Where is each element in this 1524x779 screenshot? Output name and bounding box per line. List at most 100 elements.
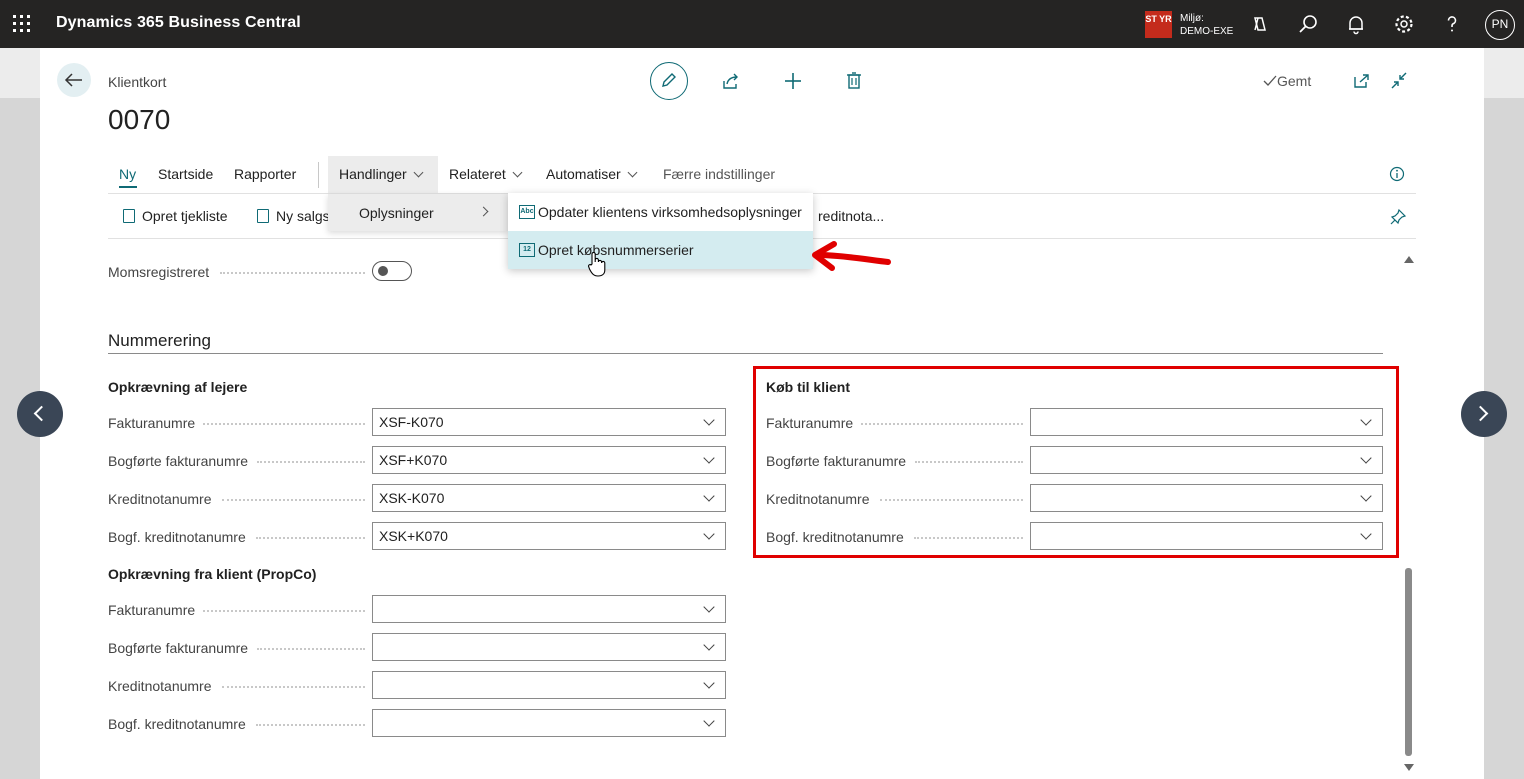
tab-fewer-options[interactable]: Færre indstillinger: [663, 166, 775, 182]
app-title[interactable]: Dynamics 365 Business Central: [56, 14, 301, 32]
chevron-down-icon: [627, 167, 638, 178]
field-leader-dots: [257, 461, 365, 463]
environment-label-line2: DEMO-EXE: [1180, 26, 1234, 37]
edit-button[interactable]: [650, 62, 688, 100]
field-label: Bogf. kreditnotanumre: [108, 529, 246, 545]
user-avatar[interactable]: PN: [1485, 10, 1515, 40]
tab-automatiser-label: Automatiser: [546, 166, 621, 182]
document-icon: [257, 209, 269, 223]
chevron-left-icon: [33, 405, 50, 422]
new-sales-label: Ny salgs: [276, 208, 330, 224]
bell-icon[interactable]: [1344, 12, 1368, 36]
field-leader-dots: [203, 423, 365, 425]
menu-item-create-purchase-number-series[interactable]: 12 Opret købsnummerserier: [508, 231, 813, 269]
field-leader-dots: [222, 686, 365, 688]
annotation-highlight-box: [753, 366, 1399, 558]
momsregistreret-toggle[interactable]: [372, 261, 412, 281]
annotation-arrow: [812, 241, 891, 271]
field-label: Kreditnotanumre: [108, 678, 212, 694]
saved-status-label: Gemt: [1277, 73, 1312, 89]
collapse-icon[interactable]: [1388, 70, 1410, 92]
section-title[interactable]: Nummerering: [108, 331, 211, 351]
posted-credit-note-numbers-select[interactable]: [372, 709, 726, 737]
menu-item-oplysninger[interactable]: Oplysninger: [359, 205, 434, 221]
select-value: XSK+K070: [379, 528, 448, 544]
hand-pointer-icon: [587, 251, 606, 277]
environment-label[interactable]: Miljø: DEMO-EXE: [1180, 12, 1233, 38]
page-title: 0070: [108, 104, 171, 135]
invoice-numbers-select[interactable]: [372, 595, 726, 623]
handlinger-menu: Oplysninger: [328, 194, 508, 231]
share-icon[interactable]: [720, 70, 742, 92]
tab-relateret[interactable]: Relateret: [449, 166, 523, 182]
app-launcher-icon[interactable]: [12, 14, 32, 34]
copilot-icon[interactable]: [1248, 12, 1272, 36]
search-icon[interactable]: [1296, 12, 1320, 36]
info-icon[interactable]: [1389, 166, 1405, 182]
create-checklist-action[interactable]: Opret tjekliste: [123, 208, 228, 224]
group-title-client-billing: Opkrævning fra klient (PropCo): [108, 566, 317, 582]
tab-startside[interactable]: Startside: [158, 166, 213, 182]
field-leader-dots: [203, 610, 365, 612]
pencil-icon: [662, 73, 676, 87]
field-label: Bogførte fakturanumre: [108, 453, 249, 469]
next-record-button[interactable]: [1461, 391, 1507, 437]
field-label: Kreditnotanumre: [108, 491, 212, 507]
group-title-tenant-billing: Opkrævning af lejere: [108, 379, 248, 395]
credit-note-numbers-select[interactable]: [372, 671, 726, 699]
credit-note-action[interactable]: reditnota...: [818, 208, 884, 224]
abc-check-icon: Abc: [519, 205, 535, 219]
chevron-down-icon: [703, 528, 715, 540]
scrollbar-thumb[interactable]: [1405, 568, 1412, 756]
chevron-down-icon: [703, 414, 715, 426]
open-new-window-icon[interactable]: [1351, 70, 1373, 92]
menu-item-update-company-info[interactable]: Abc Opdater klientens virksomhedsoplysnin…: [508, 193, 813, 231]
select-value: XSK-K070: [379, 490, 445, 506]
help-icon[interactable]: [1440, 12, 1464, 36]
field-leader-dots: [256, 724, 365, 726]
section-divider: [108, 353, 1383, 354]
field-leader-dots: [220, 272, 365, 274]
environment-badge[interactable]: ST YR: [1145, 11, 1172, 38]
tab-automatiser[interactable]: Automatiser: [546, 166, 638, 182]
tab-rapporter[interactable]: Rapporter: [234, 166, 296, 182]
toggle-knob: [378, 266, 388, 276]
pin-icon[interactable]: [1389, 208, 1407, 226]
chevron-down-icon: [703, 490, 715, 502]
plus-icon[interactable]: [782, 70, 804, 92]
gear-icon[interactable]: [1392, 12, 1416, 36]
field-leader-dots: [222, 499, 365, 501]
chevron-right-icon: [1472, 405, 1489, 422]
new-sales-action[interactable]: Ny salgs: [257, 208, 330, 224]
chevron-right-icon: [478, 206, 489, 217]
saved-status: Gemt: [1263, 73, 1311, 89]
scroll-down-arrow[interactable]: [1404, 764, 1414, 771]
posted-invoice-numbers-select[interactable]: [372, 633, 726, 661]
chevron-down-icon: [703, 601, 715, 613]
create-checklist-label: Opret tjekliste: [142, 208, 228, 224]
top-bar: Dynamics 365 Business Central ST YR Milj…: [0, 0, 1524, 48]
breadcrumb: Klientkort: [108, 74, 167, 90]
checkmark-icon: [1263, 75, 1277, 86]
trash-icon[interactable]: [843, 70, 865, 92]
invoice-numbers-select[interactable]: XSF-K070: [372, 408, 726, 436]
scroll-up-arrow[interactable]: [1404, 256, 1414, 263]
number-series-icon: 12: [519, 243, 535, 257]
tab-ny-underline: [119, 186, 137, 188]
back-button[interactable]: [57, 63, 91, 97]
checklist-icon: [123, 209, 135, 223]
field-label: Fakturanumre: [108, 602, 196, 618]
posted-credit-note-numbers-select[interactable]: XSK+K070: [372, 522, 726, 550]
previous-record-button[interactable]: [17, 391, 63, 437]
credit-note-numbers-select[interactable]: XSK-K070: [372, 484, 726, 512]
tab-ny[interactable]: Ny: [119, 166, 136, 182]
environment-label-line1: Miljø:: [1180, 13, 1204, 24]
field-label-momsregistreret: Momsregistreret: [108, 264, 210, 280]
arrow-left-icon: [64, 73, 82, 87]
tab-handlinger[interactable]: Handlinger: [339, 166, 424, 182]
tab-handlinger-label: Handlinger: [339, 166, 407, 182]
field-leader-dots: [256, 537, 365, 539]
field-label: Bogf. kreditnotanumre: [108, 716, 246, 732]
chevron-down-icon: [413, 167, 424, 178]
posted-invoice-numbers-select[interactable]: XSF+K070: [372, 446, 726, 474]
